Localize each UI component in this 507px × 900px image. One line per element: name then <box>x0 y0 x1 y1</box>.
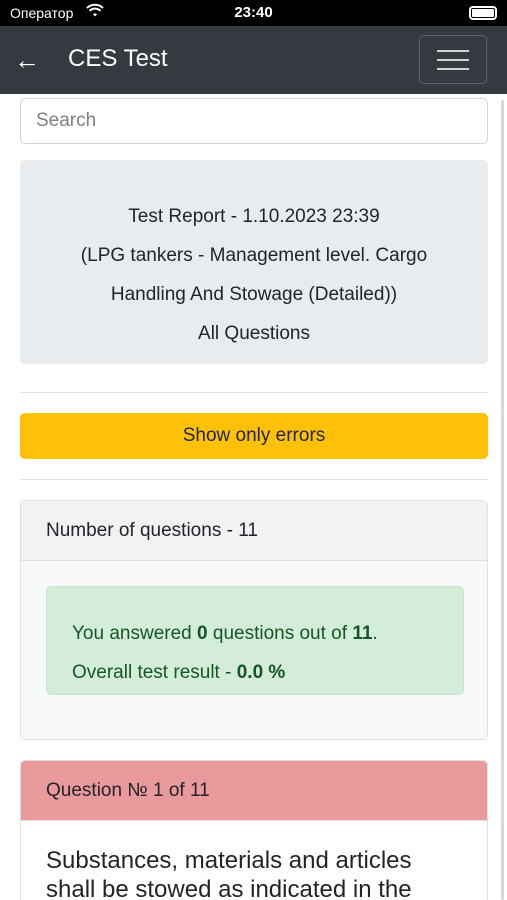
question-header: Question № 1 of 11 <box>21 761 487 821</box>
status-bar: Оператор 23:40 <box>0 0 507 26</box>
divider <box>20 392 488 393</box>
result-line: Overall test result - 0.0 % <box>72 662 286 683</box>
report-subtitle-line2: Handling And Stowage (Detailed)) <box>110 284 398 305</box>
app-title: CES Test <box>68 45 168 72</box>
scrollbar[interactable] <box>501 100 504 900</box>
summary-card: Number of questions - 11 You answered 0 … <box>20 500 488 740</box>
report-subtitle-line1: (LPG tankers - Management level. Cargo <box>80 245 428 266</box>
answered-line: You answered 0 questions out of 11. <box>72 623 378 644</box>
answered-count: 0 <box>197 623 208 644</box>
total-count: 11 <box>352 623 373 644</box>
question-card: Question № 1 of 11 Substances, materials… <box>20 760 488 900</box>
report-title: Test Report - 1.10.2023 23:39 <box>128 206 380 227</box>
question-text: Substances, materials and articles shall… <box>46 847 412 900</box>
show-only-errors-button[interactable]: Show only errors <box>20 413 488 459</box>
result-value: 0.0 % <box>236 662 286 683</box>
test-report-box: Test Report - 1.10.2023 23:39 (LPG tanke… <box>20 160 488 364</box>
hamburger-line-icon <box>437 50 469 52</box>
question-count-header: Number of questions - 11 <box>21 501 487 561</box>
back-arrow-icon[interactable]: ← <box>14 46 44 76</box>
hamburger-menu-button[interactable] <box>419 35 487 84</box>
divider <box>20 479 488 480</box>
hamburger-line-icon <box>437 59 469 61</box>
result-alert: You answered 0 questions out of 11. Over… <box>46 586 464 695</box>
hamburger-line-icon <box>437 68 469 70</box>
report-scope: All Questions <box>198 323 310 344</box>
battery-icon <box>469 6 497 20</box>
clock: 23:40 <box>234 4 273 21</box>
navbar: ← CES Test <box>0 26 507 94</box>
search-input[interactable] <box>20 98 488 144</box>
